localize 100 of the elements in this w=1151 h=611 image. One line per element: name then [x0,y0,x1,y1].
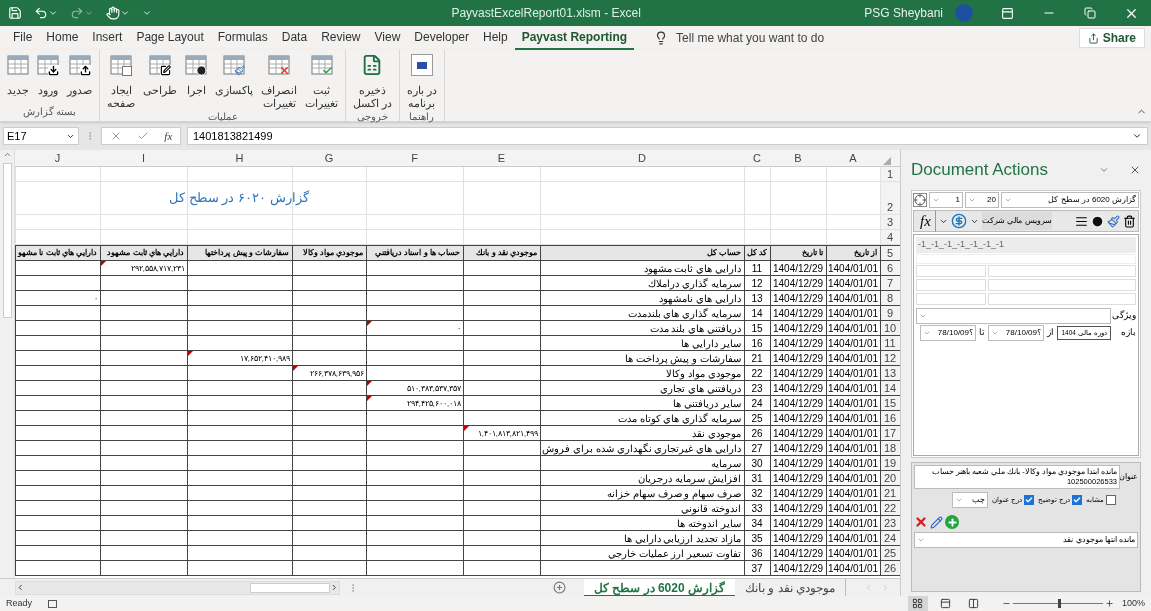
ribbon-button[interactable]: جدید [4,54,32,105]
touch-icon[interactable] [106,6,120,20]
row-number[interactable]: 2 [880,182,900,214]
comment-marker[interactable] [367,321,372,326]
comment-marker[interactable] [293,366,298,371]
column-header[interactable]: B [770,150,826,167]
ribbon-button[interactable]: ایجاد صفحه [104,54,138,110]
checkbox[interactable] [1106,495,1116,505]
column-header[interactable]: F [366,150,463,167]
align-select[interactable]: چپ [952,492,989,508]
row-number[interactable]: 18 [880,441,900,455]
comment-marker[interactable] [367,396,372,401]
row-number[interactable]: 19 [880,456,900,470]
vertical-scrollbar[interactable] [0,150,15,578]
column-header[interactable]: I [100,150,187,167]
comment-marker[interactable] [367,381,372,386]
zoom-in-icon[interactable] [1104,599,1114,608]
customize-icon[interactable] [142,8,152,18]
menu-tab[interactable]: Formulas [210,26,275,50]
column-header[interactable]: J [15,150,100,167]
page-select[interactable]: 1 [929,192,963,208]
list-item[interactable]: -1_-1_-1_-1_-1_-1_-1 [916,237,1136,253]
undo-icon[interactable] [34,6,48,20]
row-number[interactable]: 4 [880,230,900,244]
menu-tab[interactable]: File [6,26,40,50]
add-icon[interactable] [945,515,959,529]
column-header[interactable]: H [187,150,292,167]
close-icon[interactable] [1129,164,1141,176]
zoom-thumb[interactable] [1057,599,1061,608]
add-sheet-icon[interactable] [552,581,566,594]
ribbon-button[interactable]: انصراف تغییرات [258,54,300,110]
date-select[interactable]: ؟78/10/09 [920,325,976,341]
scrollbar-thumb[interactable] [249,582,331,593]
share-button[interactable]: Share [1078,28,1145,48]
ribbon-button[interactable]: اجرا [182,54,210,110]
row-number[interactable]: 15 [880,396,900,410]
input-field[interactable] [916,254,1136,264]
row-number[interactable]: 7 [880,276,900,290]
checkbox[interactable] [1024,495,1035,505]
input-field[interactable] [916,293,986,305]
scroll-left-icon[interactable] [16,583,25,592]
end-select[interactable]: مانده انتها موجودي نقد [914,532,1138,548]
formula-field[interactable]: 1401813821499 [187,127,1148,145]
ribbon-button[interactable]: صدور [64,54,95,105]
scrollbar-thumb[interactable] [2,163,12,318]
enter-icon[interactable] [137,130,149,142]
restore-icon[interactable] [1084,7,1096,19]
column-header[interactable]: E [463,150,540,167]
input-field[interactable] [988,293,1136,305]
caret-icon[interactable] [120,8,130,18]
menu-tab[interactable]: Developer [407,26,476,50]
report-select[interactable]: گزارش 6020 در سطح کل [1001,192,1139,208]
row-number[interactable]: 17 [880,426,900,440]
menu-tab[interactable]: Page Layout [129,26,211,50]
comment-marker[interactable] [188,351,193,356]
zoom-level[interactable]: 100% [1121,596,1145,611]
normal-view-icon[interactable] [907,596,928,611]
row-number[interactable]: 3 [880,215,900,229]
column-header[interactable]: D [540,150,744,167]
menu-tab[interactable]: Data [274,26,315,50]
insert-function-button[interactable]: fx [164,127,173,145]
menu-tab[interactable]: Help [476,26,515,50]
column-header[interactable]: G [292,150,366,167]
comment-marker[interactable] [101,261,106,266]
input-field[interactable] [916,279,986,291]
save-icon[interactable] [8,6,22,20]
ribbon-button[interactable]: ورود [34,54,62,105]
ribbon-button[interactable]: ذخیره در اکسل [350,54,395,110]
row-number[interactable]: 5 [880,246,900,260]
comment-marker[interactable] [464,426,469,431]
row-number[interactable]: 26 [880,561,900,575]
ribbon-button[interactable]: ثبت تغییرات [302,54,341,110]
ribbon-display-icon[interactable] [1001,6,1014,20]
row-number[interactable]: 1 [880,167,900,181]
row-number[interactable]: 16 [880,411,900,425]
scroll-up-icon[interactable] [2,150,12,159]
sheet-tab[interactable]: گزارش 6020 در سطح کل [583,578,735,596]
row-number[interactable]: 9 [880,306,900,320]
panel-menu-icon[interactable] [1099,165,1109,175]
row-number[interactable]: 21 [880,486,900,500]
column-header[interactable]: A [826,150,880,167]
row-number[interactable]: 25 [880,546,900,560]
tell-me-field[interactable]: Tell me what you want to do [676,29,825,47]
target-icon[interactable] [913,193,927,207]
row-number[interactable]: 14 [880,381,900,395]
menu-tab[interactable]: Insert [85,26,130,50]
input-field[interactable] [988,265,1136,277]
scroll-right-icon[interactable] [330,583,339,592]
menu-tab[interactable]: Home [39,26,86,50]
ribbon-button[interactable]: در باره برنامه [403,54,440,110]
feature-select[interactable] [916,308,1111,324]
row-number[interactable]: 20 [880,471,900,485]
input-field[interactable] [988,279,1136,291]
size-select[interactable]: 20 [965,192,999,208]
row-number[interactable]: 13 [880,366,900,380]
row-number[interactable]: 6 [880,261,900,275]
row-number[interactable]: 11 [880,336,900,350]
edit-icon[interactable] [930,515,943,529]
checkbox[interactable] [1072,495,1082,505]
row-number[interactable]: 22 [880,501,900,515]
